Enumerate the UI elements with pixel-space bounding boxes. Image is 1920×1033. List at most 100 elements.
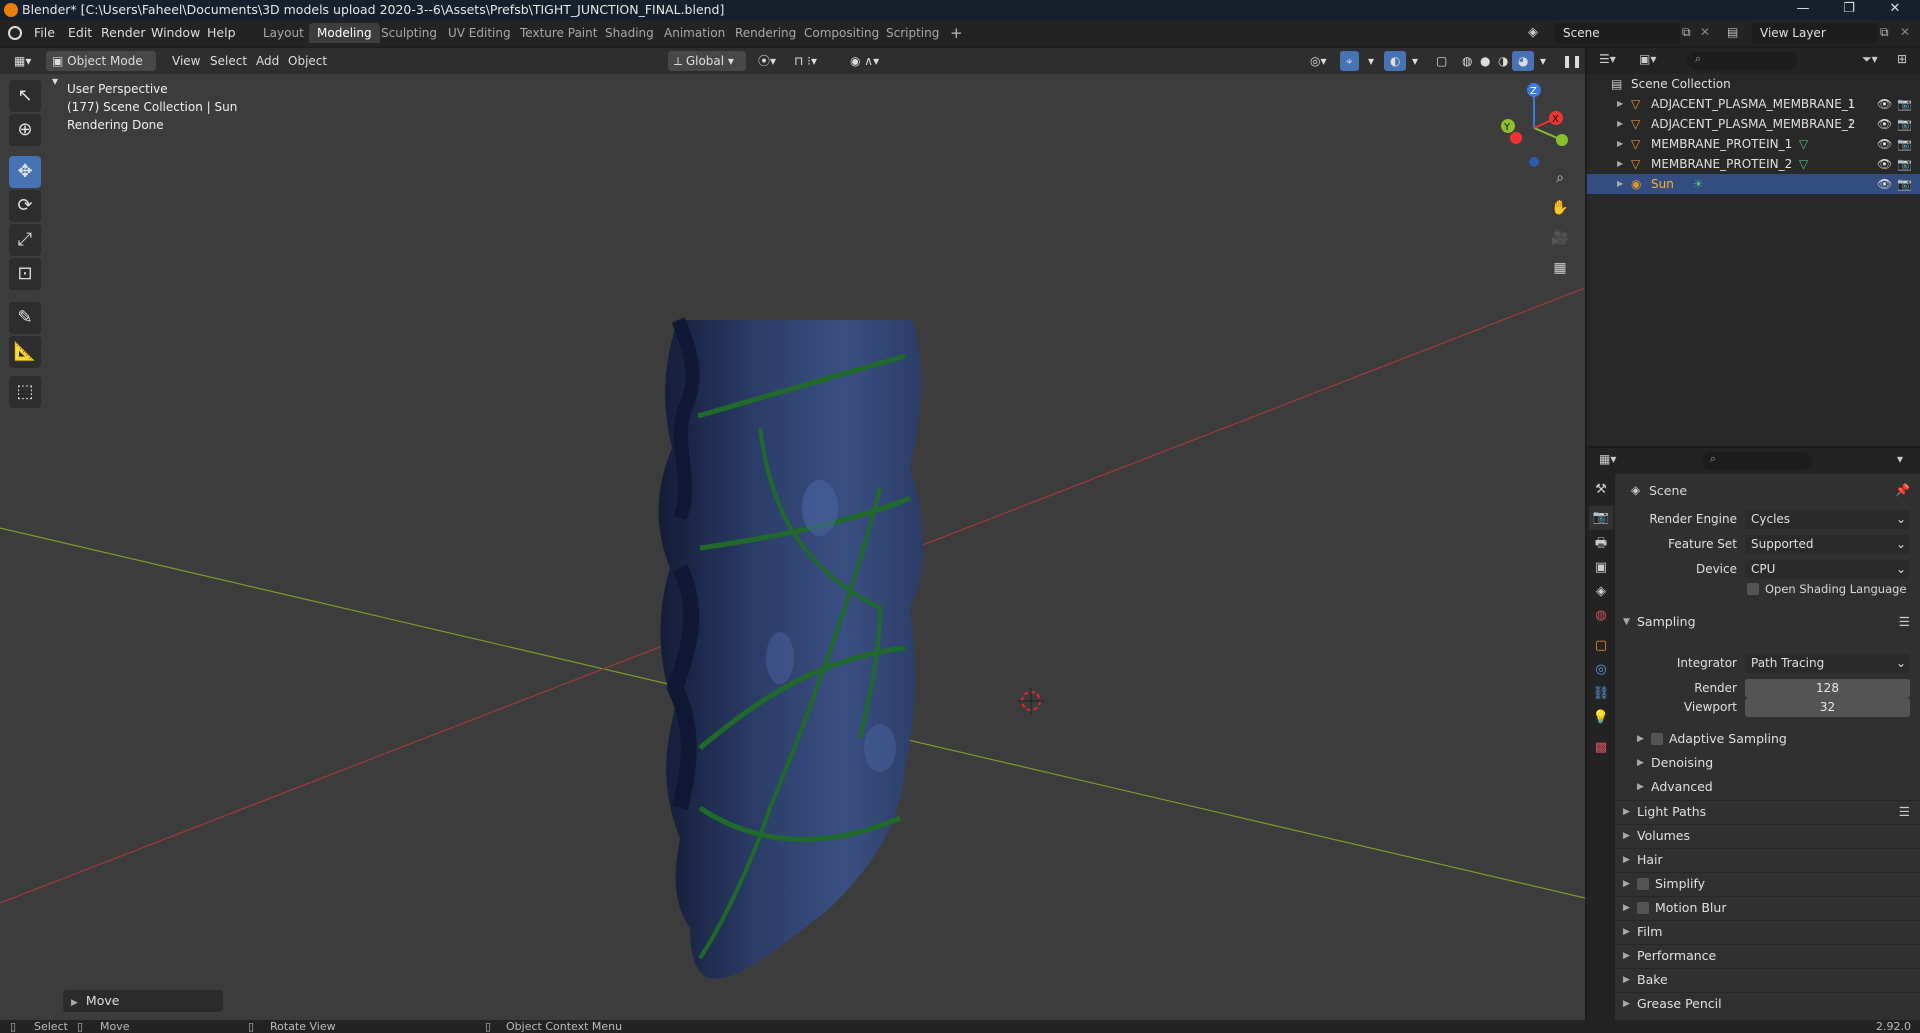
pan-view-icon[interactable]: ✋: [1548, 196, 1572, 220]
menu-window[interactable]: Window: [151, 25, 200, 40]
transform-tool[interactable]: ⊡: [9, 258, 41, 290]
more-icon[interactable]: ⁝: [1849, 114, 1853, 134]
annotate-tool[interactable]: ✎: [9, 302, 41, 334]
add-workspace-button[interactable]: +: [942, 23, 971, 43]
denoising-subpanel[interactable]: ▶ Denoising: [1629, 752, 1920, 774]
viewport-scene[interactable]: [0, 48, 1585, 1020]
world-tab-icon[interactable]: ◍: [1589, 604, 1613, 628]
visibility-eye-icon[interactable]: 👁: [1877, 94, 1892, 114]
object-tab-icon[interactable]: ▢: [1589, 634, 1613, 658]
delete-scene-icon[interactable]: ✕: [1700, 25, 1710, 39]
more-icon[interactable]: ⁝: [1849, 94, 1853, 114]
tab-uv-editing[interactable]: UV Editing: [440, 23, 519, 43]
film-panel[interactable]: ▶ Film: [1615, 920, 1920, 942]
delete-view-layer-icon[interactable]: ✕: [1900, 25, 1910, 39]
menu-edit[interactable]: Edit: [68, 25, 92, 40]
last-operator-panel[interactable]: ▶ Move: [63, 990, 223, 1012]
menu-help[interactable]: Help: [207, 25, 236, 40]
visibility-icon[interactable]: ◎▾: [1304, 51, 1333, 71]
gizmo-toggle-icon[interactable]: ⌖: [1340, 51, 1359, 71]
device-dropdown[interactable]: CPU ⌄: [1745, 560, 1910, 579]
expand-icon[interactable]: ▶: [1617, 154, 1623, 174]
tab-compositing[interactable]: Compositing: [796, 23, 887, 43]
filter-icon[interactable]: ⏷▾: [1862, 52, 1878, 67]
properties-options-icon[interactable]: ▾: [1897, 452, 1903, 466]
new-scene-icon[interactable]: ⧉: [1682, 25, 1691, 40]
menu-add[interactable]: Add: [250, 51, 285, 71]
overlays-toggle-icon[interactable]: ◐: [1384, 51, 1407, 71]
menu-file[interactable]: File: [34, 25, 55, 40]
display-mode-icon[interactable]: ▣▾: [1639, 52, 1656, 66]
properties-editor-type-icon[interactable]: ▦▾: [1599, 452, 1616, 466]
new-collection-icon[interactable]: ⊞: [1897, 52, 1907, 66]
open-shading-language-checkbox[interactable]: Open Shading Language: [1747, 582, 1907, 596]
xray-icon[interactable]: ▢: [1430, 51, 1453, 71]
maximize-button[interactable]: ❐: [1826, 0, 1872, 20]
rotate-tool[interactable]: ⟳: [9, 190, 41, 222]
scene-tab-icon[interactable]: ◈: [1589, 580, 1613, 604]
advanced-subpanel[interactable]: ▶ Advanced: [1629, 776, 1920, 798]
visibility-eye-icon[interactable]: 👁: [1877, 174, 1892, 194]
checkbox-icon[interactable]: [1651, 733, 1663, 745]
render-samples-field[interactable]: 128: [1745, 679, 1910, 698]
viewport-samples-field[interactable]: 32: [1745, 698, 1910, 717]
render-camera-icon[interactable]: 📷: [1897, 174, 1912, 194]
move-tool[interactable]: ✥: [9, 156, 41, 188]
sampling-panel-header[interactable]: ▼ Sampling ☰: [1615, 611, 1920, 633]
outliner-item-adjacent-membrane-1[interactable]: ▶ ▽ ADJACENT_PLASMA_MEMBRANE_1 ⁝ 👁 📷: [1587, 94, 1920, 114]
scene-name-field[interactable]: Scene: [1555, 23, 1680, 43]
integrator-dropdown[interactable]: Path Tracing ⌄: [1745, 654, 1910, 673]
tab-texture-paint[interactable]: Texture Paint: [512, 23, 605, 43]
measure-tool[interactable]: 📐: [9, 336, 41, 368]
expand-icon[interactable]: ▶: [1617, 114, 1623, 134]
presets-list-icon[interactable]: ☰: [1899, 611, 1910, 633]
outliner-editor-type-icon[interactable]: ☰▾: [1599, 52, 1616, 66]
visibility-eye-icon[interactable]: 👁: [1877, 154, 1892, 174]
add-cube-tool[interactable]: ⬚: [9, 376, 41, 408]
outliner-root-row[interactable]: ▤ Scene Collection: [1587, 74, 1920, 94]
properties-search-input[interactable]: ⌕: [1702, 452, 1812, 470]
pause-render-icon[interactable]: ❚❚: [1556, 51, 1585, 71]
blender-menu-icon[interactable]: [8, 26, 22, 40]
zoom-view-icon[interactable]: ⌕: [1548, 166, 1572, 190]
minimize-button[interactable]: —: [1780, 0, 1826, 20]
checkbox-icon[interactable]: [1637, 902, 1649, 914]
expand-icon[interactable]: ▶: [1617, 94, 1623, 114]
shading-dropdown-icon[interactable]: ▾: [1534, 51, 1552, 71]
render-engine-dropdown[interactable]: Cycles ⌄: [1745, 510, 1910, 529]
tool-tab-icon[interactable]: ⚒: [1589, 478, 1613, 502]
outliner-item-adjacent-membrane-2[interactable]: ▶ ▽ ADJACENT_PLASMA_MEMBRANE_2 ⁝ 👁 📷: [1587, 114, 1920, 134]
mode-dropdown[interactable]: ▣ Object Mode ▾: [46, 51, 156, 88]
new-view-layer-icon[interactable]: ⧉: [1880, 25, 1889, 40]
camera-view-icon[interactable]: 🎥: [1548, 226, 1572, 250]
simplify-panel[interactable]: ▶ Simplify: [1615, 872, 1920, 894]
hair-panel[interactable]: ▶ Hair: [1615, 848, 1920, 870]
expand-icon[interactable]: ▶: [1617, 174, 1623, 194]
adaptive-sampling-subpanel[interactable]: ▶ Adaptive Sampling: [1629, 728, 1920, 750]
render-camera-icon[interactable]: 📷: [1897, 154, 1912, 174]
menu-view[interactable]: View: [166, 51, 206, 71]
render-camera-icon[interactable]: 📷: [1897, 94, 1912, 114]
render-camera-icon[interactable]: 📷: [1897, 114, 1912, 134]
select-box-tool[interactable]: ↖: [9, 80, 41, 112]
bake-panel[interactable]: ▶ Bake: [1615, 968, 1920, 990]
outliner-search-input[interactable]: ⌕: [1687, 52, 1797, 70]
volumes-panel[interactable]: ▶ Volumes: [1615, 824, 1920, 846]
tab-shading[interactable]: Shading: [597, 23, 662, 43]
view-layer-field[interactable]: View Layer: [1752, 23, 1877, 43]
presets-list-icon[interactable]: ☰: [1899, 801, 1910, 823]
menu-select[interactable]: Select: [204, 51, 253, 71]
texture-tab-icon[interactable]: ▩: [1589, 736, 1613, 760]
tab-animation[interactable]: Animation: [656, 23, 733, 43]
render-camera-icon[interactable]: 📷: [1897, 134, 1912, 154]
visibility-eye-icon[interactable]: 👁: [1877, 114, 1892, 134]
checkbox-icon[interactable]: [1637, 878, 1649, 890]
outliner-item-sun[interactable]: ▶ ◉ Sun ☀ 👁 📷: [1587, 174, 1920, 194]
visibility-eye-icon[interactable]: 👁: [1877, 134, 1892, 154]
tab-sculpting[interactable]: Sculpting: [373, 23, 445, 43]
tab-scripting[interactable]: Scripting: [878, 23, 947, 43]
close-window-button[interactable]: ✕: [1872, 0, 1918, 20]
menu-render[interactable]: Render: [101, 25, 146, 40]
proportional-editing-icon[interactable]: ◉ ∧▾: [844, 51, 885, 71]
transform-orientation-dropdown[interactable]: ⟂ Global ▾: [668, 51, 746, 71]
